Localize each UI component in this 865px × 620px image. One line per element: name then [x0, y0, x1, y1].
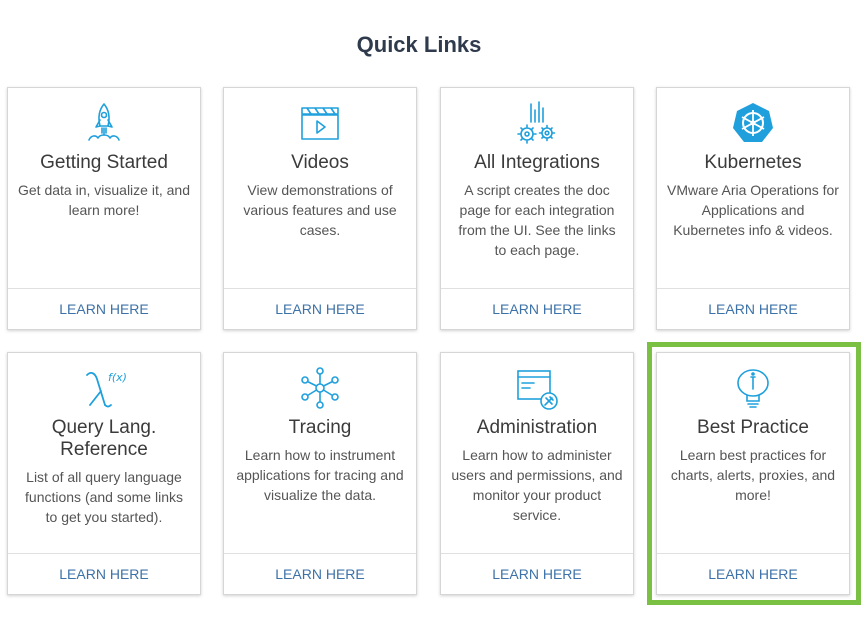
card-title: Kubernetes: [704, 152, 802, 173]
video-clapper-icon: [224, 100, 416, 146]
learn-here-link[interactable]: LEARN HERE: [8, 288, 200, 329]
kubernetes-icon: [657, 100, 849, 146]
card-title: Query Lang. Reference: [51, 417, 157, 460]
card-description: Learn how to instrument applications for…: [236, 447, 404, 503]
card-administration: Administration Learn how to administer u…: [440, 352, 634, 595]
card-title: Administration: [476, 417, 598, 438]
card-title: Videos: [291, 152, 349, 173]
card-description: A script creates the doc page for each i…: [458, 182, 616, 258]
card-videos: Videos View demonstrations of various fe…: [223, 87, 417, 330]
card-getting-started: Getting Started Get data in, visualize i…: [7, 87, 201, 330]
card-title: Getting Started: [40, 152, 168, 173]
svg-text:f(x): f(x): [108, 371, 127, 384]
card-title: All Integrations: [474, 152, 600, 173]
card-description: View demonstrations of various features …: [243, 182, 397, 238]
learn-here-link[interactable]: LEARN HERE: [441, 288, 633, 329]
learn-here-link[interactable]: LEARN HERE: [224, 553, 416, 594]
highlight-frame: [647, 342, 861, 605]
card-kubernetes: Kubernetes VMware Aria Operations for Ap…: [656, 87, 850, 330]
learn-here-link[interactable]: LEARN HERE: [224, 288, 416, 329]
rocket-icon: [8, 100, 200, 146]
card-description: Learn how to administer users and permis…: [451, 447, 623, 523]
card-query-language-reference: f(x) Query Lang. Reference List of all q…: [7, 352, 201, 595]
learn-here-link[interactable]: LEARN HERE: [441, 553, 633, 594]
card-title: Tracing: [288, 417, 352, 438]
card-all-integrations: All Integrations A script creates the do…: [440, 87, 634, 330]
tracing-nodes-icon: [224, 365, 416, 411]
card-description: Get data in, visualize it, and learn mor…: [18, 182, 190, 218]
learn-here-link[interactable]: LEARN HERE: [657, 288, 849, 329]
function-icon: f(x): [8, 365, 200, 411]
card-tracing: Tracing Learn how to instrument applicat…: [223, 352, 417, 595]
card-description: List of all query language functions (an…: [25, 469, 183, 525]
learn-here-link[interactable]: LEARN HERE: [8, 553, 200, 594]
page-title: Quick Links: [356, 32, 482, 57]
card-description: VMware Aria Operations for Applications …: [667, 182, 839, 238]
admin-window-icon: [441, 365, 633, 411]
integrations-gears-icon: [441, 100, 633, 146]
